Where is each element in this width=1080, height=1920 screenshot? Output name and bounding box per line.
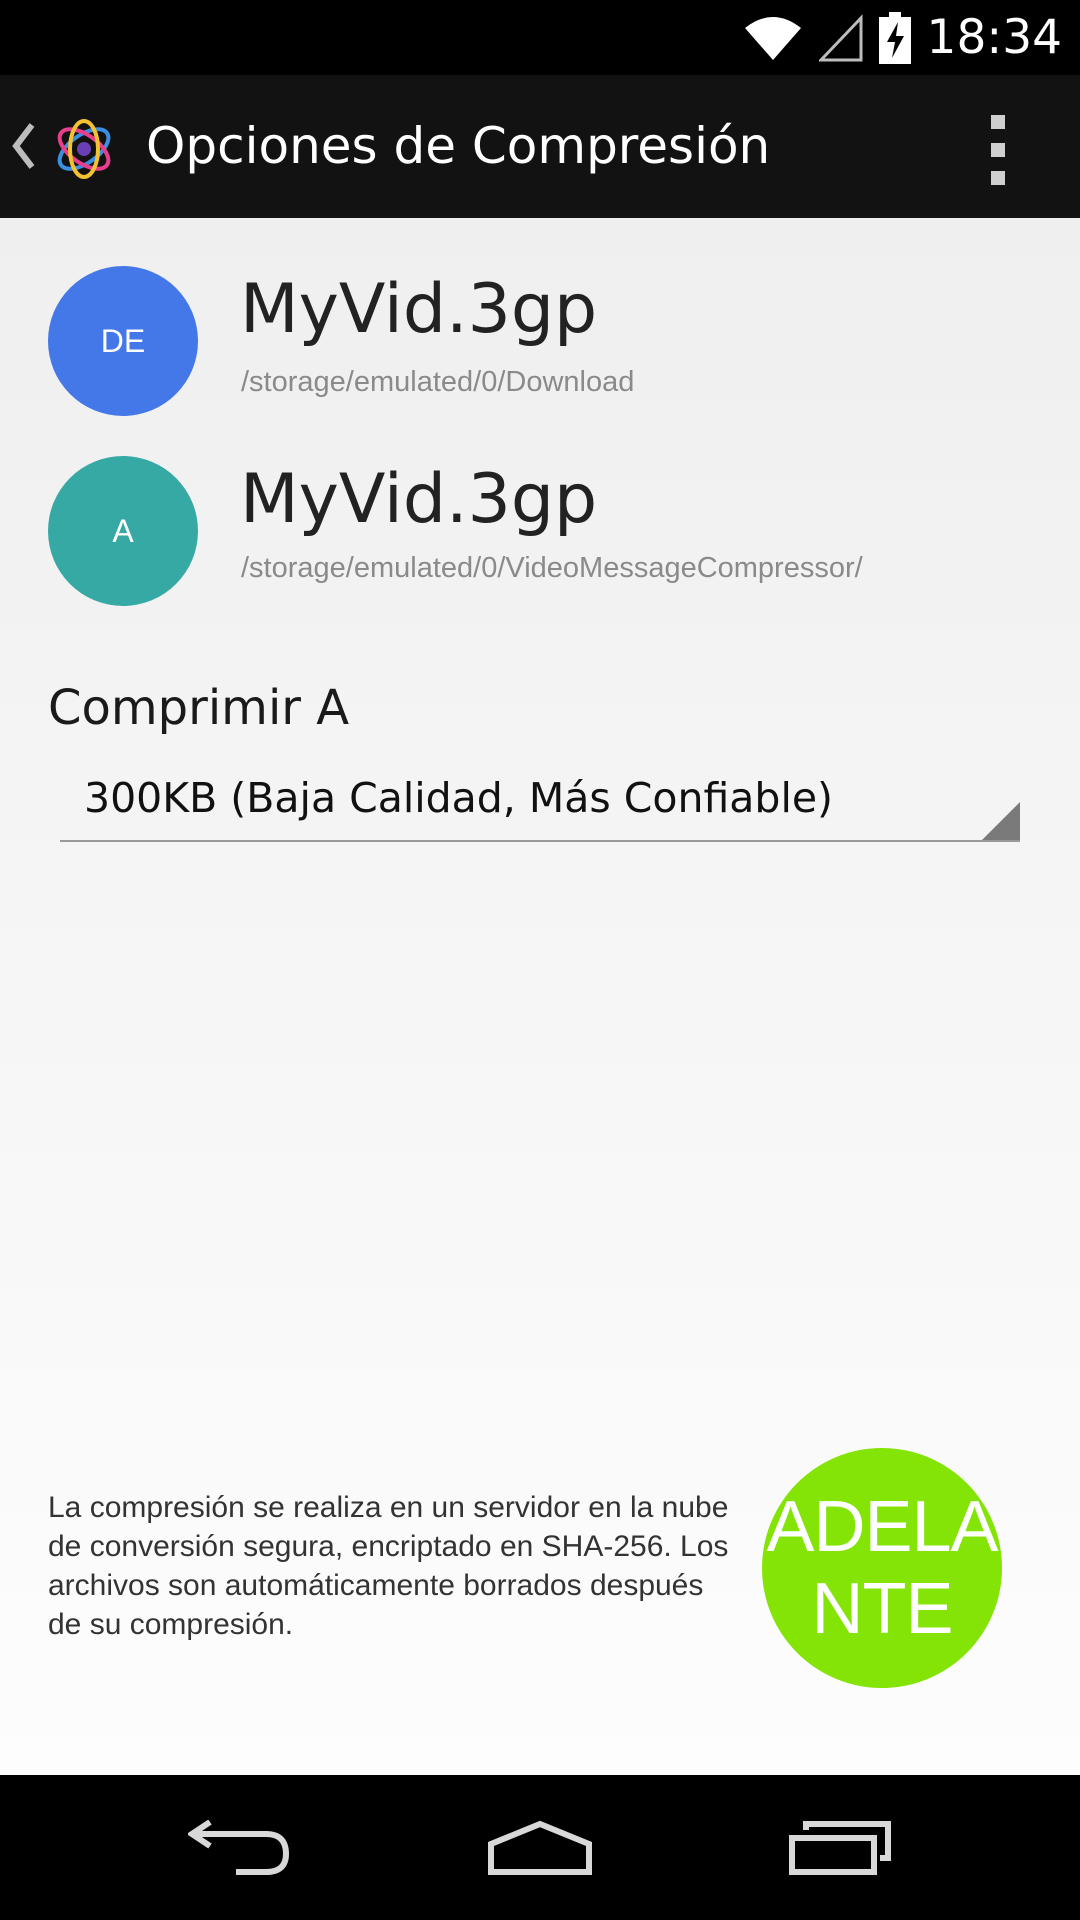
destination-file-row: A MyVid.3gp /storage/emulated/0/VideoMes… [0,456,1080,606]
menu-dot [991,115,1005,129]
action-bar: Opciones de Compresión [0,75,1080,218]
dropdown-corner-icon [982,802,1020,840]
page-title: Opciones de Compresión [146,117,771,175]
go-button[interactable]: ADELANTE [762,1448,1002,1688]
source-file-row: DE MyVid.3gp /storage/emulated/0/Downloa… [0,266,1080,416]
source-file-path: /storage/emulated/0/Download [241,366,635,398]
recents-icon [789,1820,891,1875]
nav-back-button[interactable] [180,1775,300,1920]
go-button-label: ADELANTE [766,1487,998,1649]
app-screen: 18:34 Opciones de Compresión DE MyVid.3g… [0,0,1080,1920]
destination-file-name: MyVid.3gp [240,460,598,539]
navigation-bar [0,1775,1080,1920]
battery-charging-icon [878,11,911,64]
home-icon [488,1820,592,1875]
wifi-icon [744,16,801,60]
spinner-selected-value: 300KB (Baja Calidad, Más Confiable) [84,774,834,822]
app-logo-icon[interactable] [50,113,118,183]
avatar-destination: A [48,456,198,606]
info-text: La compresión se realiza en un servidor … [48,1491,729,1641]
signal-icon [818,13,863,61]
avatar-source: DE [48,266,198,416]
menu-dot [991,171,1005,185]
overflow-menu-button[interactable] [978,115,1018,185]
compression-size-spinner[interactable]: 300KB (Baja Calidad, Más Confiable) [60,758,1020,842]
clock: 18:34 [926,10,1062,65]
back-icon [188,1819,290,1875]
main-content: DE MyVid.3gp /storage/emulated/0/Downloa… [0,218,1080,1775]
destination-file-path: /storage/emulated/0/VideoMessageCompress… [241,552,863,584]
up-chevron-icon[interactable] [10,119,36,173]
menu-dot [991,143,1005,157]
nav-recents-button[interactable] [780,1775,900,1920]
source-file-name: MyVid.3gp [240,270,598,349]
status-bar: 18:34 [0,0,1080,75]
compress-to-label: Comprimir A [48,680,350,736]
nav-home-button[interactable] [480,1775,600,1920]
status-icons: 18:34 [743,0,1062,75]
